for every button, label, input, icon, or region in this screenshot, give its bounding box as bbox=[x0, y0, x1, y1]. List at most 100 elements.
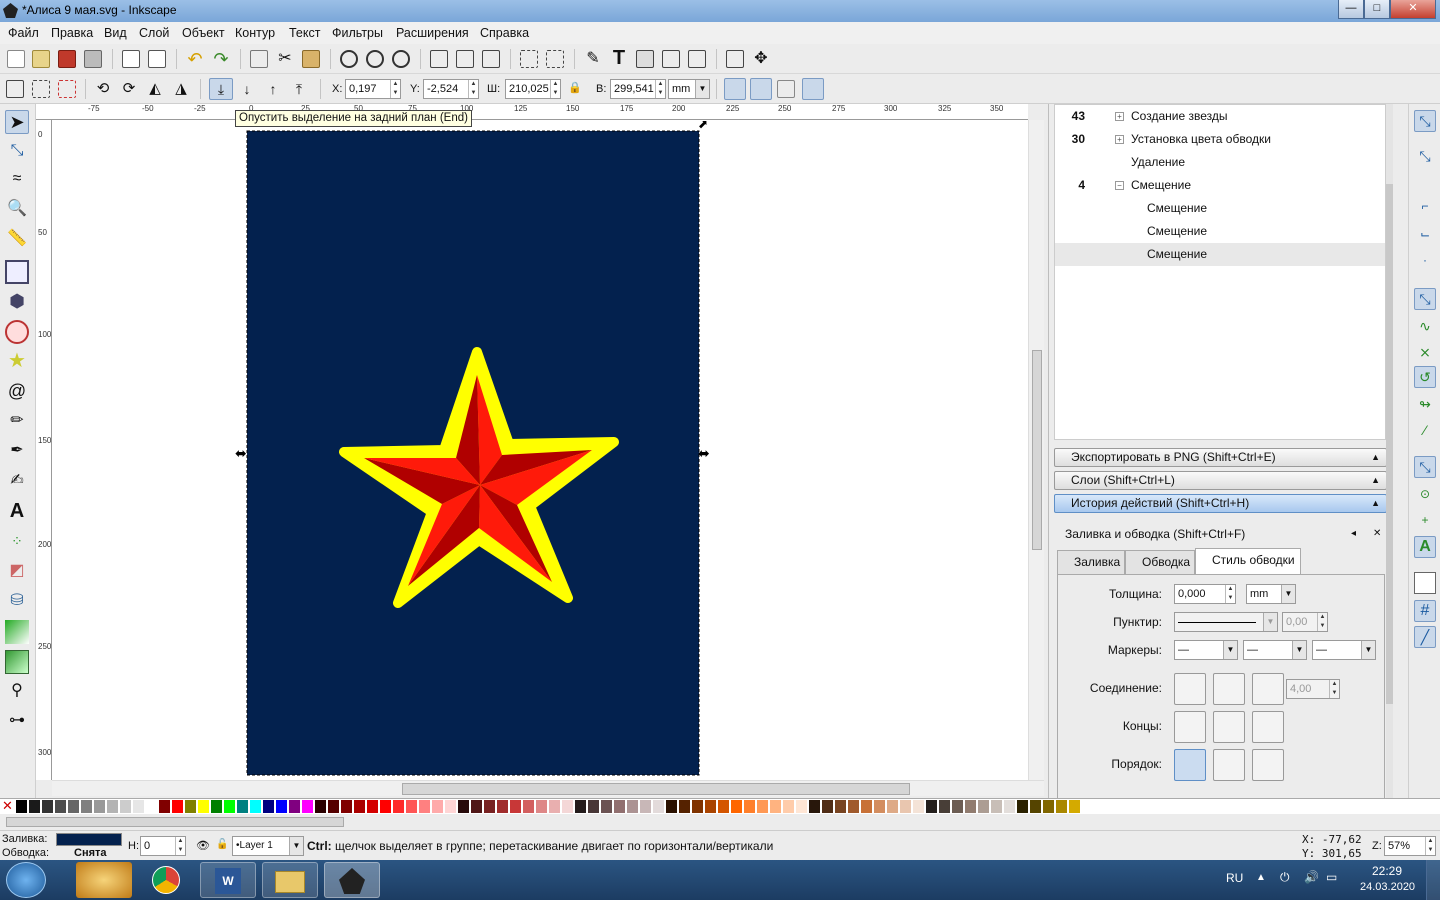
layer-select[interactable]: •Layer 1 ▼ bbox=[232, 836, 304, 856]
raise-to-top-icon[interactable]: ⤒ bbox=[290, 80, 308, 98]
palette-swatch[interactable] bbox=[276, 800, 288, 813]
eraser-tool-icon[interactable]: ◩ bbox=[5, 560, 29, 584]
palette-swatch[interactable] bbox=[653, 800, 665, 813]
maximize-button[interactable]: □ bbox=[1364, 0, 1390, 19]
palette-swatch[interactable] bbox=[822, 800, 834, 813]
history-list[interactable]: 43 + Создание звезды 30 + Установка цвет… bbox=[1054, 104, 1386, 440]
zoom-field[interactable]: 57% ▲ ▼ bbox=[1384, 836, 1436, 856]
menu-edit[interactable]: Правка bbox=[51, 26, 93, 40]
palette-swatch[interactable] bbox=[965, 800, 977, 813]
palette-swatch[interactable] bbox=[146, 800, 158, 813]
export-png-panel-tab[interactable]: Экспортировать в PNG (Shift+Ctrl+E) ▲ bbox=[1054, 448, 1387, 467]
palette-swatch[interactable] bbox=[107, 800, 119, 813]
palette-swatch[interactable] bbox=[900, 800, 912, 813]
layers-icon[interactable] bbox=[636, 50, 654, 68]
palette-swatch[interactable] bbox=[458, 800, 470, 813]
palette-swatch[interactable] bbox=[848, 800, 860, 813]
dash-pattern-select[interactable]: ▼ bbox=[1174, 612, 1278, 632]
palette-swatch[interactable] bbox=[835, 800, 847, 813]
palette-swatch[interactable] bbox=[289, 800, 301, 813]
tray-network-icon[interactable]: ⏻ bbox=[1280, 870, 1290, 885]
lock-icon[interactable]: 🔒 bbox=[568, 81, 582, 97]
palette-swatch[interactable] bbox=[939, 800, 951, 813]
snap-bbox-corners-icon[interactable]: ⌙ bbox=[1414, 224, 1436, 246]
palette-swatch[interactable] bbox=[1004, 800, 1016, 813]
paint-bucket-tool-icon[interactable]: ⛁ bbox=[5, 590, 29, 614]
history-row-selected[interactable]: Смещение bbox=[1055, 243, 1385, 266]
history-row[interactable]: Смещение bbox=[1055, 220, 1385, 243]
palette-swatch[interactable] bbox=[913, 800, 925, 813]
snap-centers-icon[interactable]: ⊙ bbox=[1414, 484, 1436, 506]
palette-scrollbar[interactable] bbox=[0, 814, 1440, 830]
palette-swatch[interactable] bbox=[237, 800, 249, 813]
palette-swatch[interactable] bbox=[588, 800, 600, 813]
cap-butt-icon[interactable] bbox=[1174, 711, 1206, 743]
vertical-scroll-thumb[interactable] bbox=[1032, 350, 1042, 550]
history-panel-tab[interactable]: История действий (Shift+Ctrl+H) ▲ bbox=[1054, 494, 1387, 513]
palette-swatch[interactable] bbox=[120, 800, 132, 813]
palette-scroll-thumb[interactable] bbox=[6, 817, 344, 827]
palette-swatch[interactable] bbox=[926, 800, 938, 813]
group-icon[interactable] bbox=[430, 50, 448, 68]
cut-icon[interactable]: ✂ bbox=[276, 50, 294, 68]
color-palette[interactable]: ✕ bbox=[0, 798, 1440, 814]
align-distribute-icon[interactable] bbox=[520, 50, 538, 68]
menu-help[interactable]: Справка bbox=[480, 26, 529, 40]
scale-corners-icon[interactable] bbox=[750, 78, 772, 100]
pencil-tool-icon[interactable]: ✏ bbox=[5, 410, 29, 434]
mesh-tool-icon[interactable] bbox=[5, 650, 29, 674]
palette-swatch[interactable] bbox=[770, 800, 782, 813]
palette-swatch[interactable] bbox=[1056, 800, 1068, 813]
layers-panel-tab[interactable]: Слои (Shift+Ctrl+L) ▲ bbox=[1054, 471, 1387, 490]
snap-enable-icon[interactable]: ⤡ bbox=[1414, 110, 1436, 132]
select-all-layers-icon[interactable] bbox=[32, 80, 50, 98]
tray-volume-icon[interactable]: 🔊 bbox=[1304, 870, 1319, 884]
palette-swatch[interactable] bbox=[1030, 800, 1042, 813]
zoom-page-icon[interactable] bbox=[392, 50, 410, 68]
show-desktop-button[interactable] bbox=[1426, 860, 1440, 900]
palette-swatch[interactable] bbox=[978, 800, 990, 813]
palette-swatch[interactable] bbox=[133, 800, 145, 813]
gradient-tool-icon[interactable] bbox=[5, 620, 29, 644]
horizontal-scrollbar[interactable] bbox=[52, 780, 1044, 796]
snap-rotation-centers-icon[interactable]: + bbox=[1414, 510, 1436, 532]
palette-swatch[interactable] bbox=[627, 800, 639, 813]
palette-swatch[interactable] bbox=[497, 800, 509, 813]
snap-intersections-icon[interactable]: ⨯ bbox=[1414, 342, 1436, 364]
dock-scrollbar[interactable] bbox=[1386, 104, 1393, 798]
paste-icon[interactable] bbox=[302, 50, 320, 68]
palette-swatch[interactable] bbox=[874, 800, 886, 813]
start-button[interactable] bbox=[6, 862, 46, 898]
stroke-value[interactable]: Снята bbox=[74, 847, 107, 859]
transform-icon[interactable] bbox=[546, 50, 564, 68]
taskbar-chrome-icon[interactable] bbox=[138, 862, 194, 898]
palette-swatch[interactable] bbox=[159, 800, 171, 813]
join-bevel-icon[interactable] bbox=[1252, 673, 1284, 705]
ruler-vertical[interactable]: 0 50 100 150 200 250 300 bbox=[36, 120, 52, 780]
palette-swatch[interactable] bbox=[809, 800, 821, 813]
menu-file[interactable]: Файл bbox=[8, 26, 39, 40]
opacity-field[interactable]: 0 ▲ ▼ bbox=[140, 836, 186, 856]
palette-swatch[interactable] bbox=[887, 800, 899, 813]
fill-stroke-icon[interactable]: ✎ bbox=[584, 50, 602, 68]
save-icon[interactable] bbox=[58, 50, 76, 68]
palette-swatch[interactable] bbox=[666, 800, 678, 813]
history-row[interactable]: 4 − Смещение bbox=[1055, 174, 1385, 197]
history-row[interactable]: 43 + Создание звезды bbox=[1055, 105, 1385, 128]
node-tool-icon[interactable]: ⤡ bbox=[5, 140, 29, 164]
duplicate-icon[interactable] bbox=[250, 50, 268, 68]
snap-guides-icon[interactable]: ╱ bbox=[1414, 626, 1436, 648]
palette-swatch[interactable] bbox=[432, 800, 444, 813]
palette-swatch[interactable] bbox=[718, 800, 730, 813]
snap-bbox-icon[interactable]: ⤡ bbox=[1414, 146, 1436, 168]
palette-swatch[interactable] bbox=[315, 800, 327, 813]
palette-swatch[interactable] bbox=[731, 800, 743, 813]
open-folder-icon[interactable] bbox=[32, 50, 50, 68]
clone-icon[interactable] bbox=[482, 50, 500, 68]
taskbar-app-viewer-icon[interactable] bbox=[76, 862, 132, 898]
palette-swatch[interactable] bbox=[484, 800, 496, 813]
deselect-icon[interactable] bbox=[58, 80, 76, 98]
palette-swatch[interactable] bbox=[783, 800, 795, 813]
dash-offset-field[interactable]: 0,00 ▲ ▼ bbox=[1282, 612, 1328, 632]
tray-expand-icon[interactable]: ▲ bbox=[1256, 872, 1266, 883]
